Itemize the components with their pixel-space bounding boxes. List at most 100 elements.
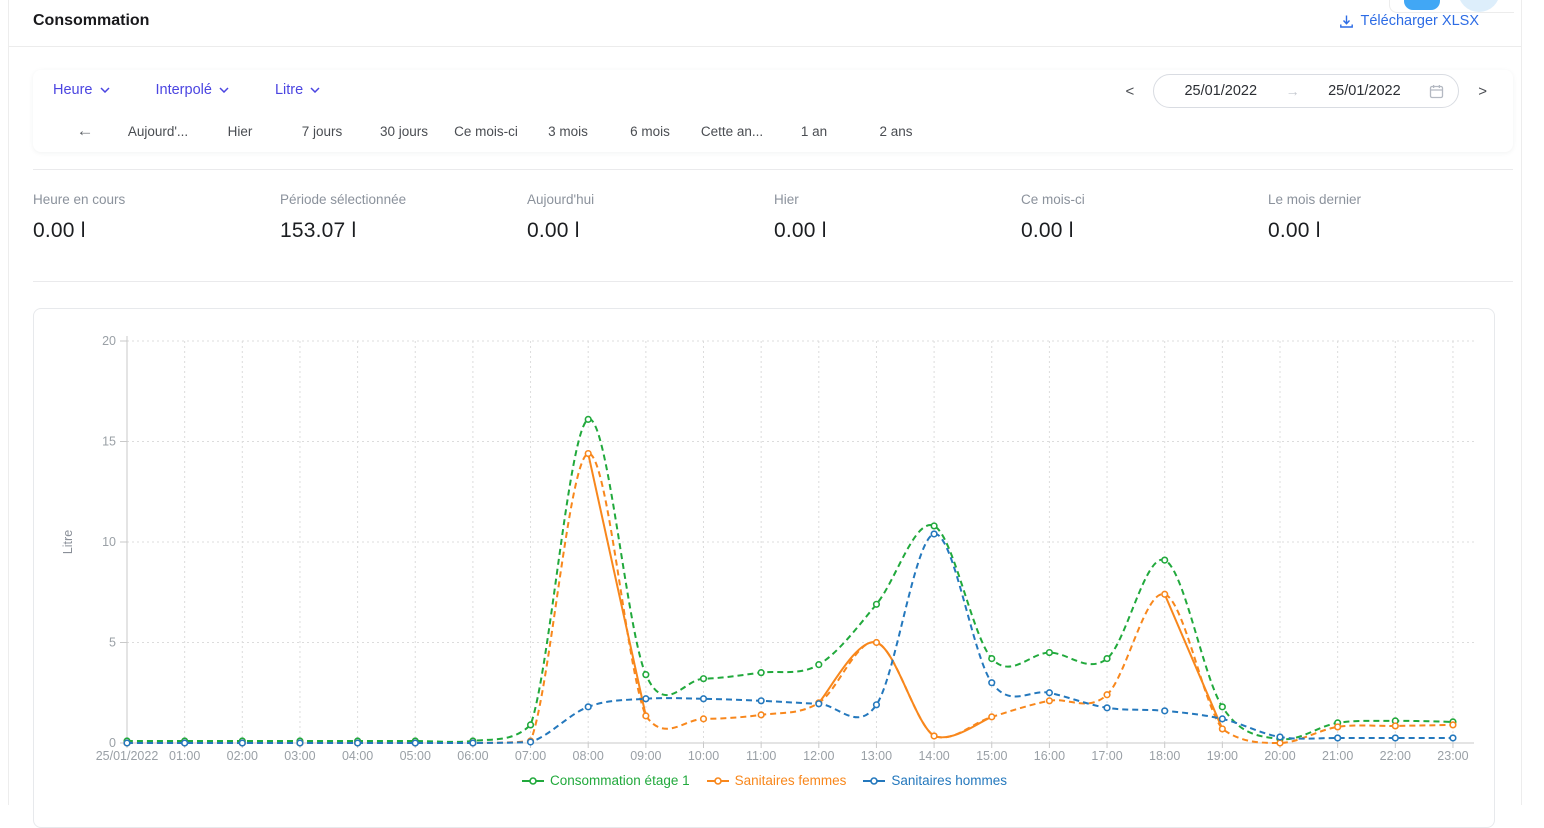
svg-text:07:00: 07:00 <box>515 749 546 763</box>
chevron-down-icon <box>219 87 229 93</box>
svg-text:16:00: 16:00 <box>1034 749 1065 763</box>
tab-7-jours[interactable]: 7 jours <box>281 124 363 139</box>
dropdown-interpolation[interactable]: Interpolé <box>156 82 229 98</box>
tab-cette-annee[interactable]: Cette an... <box>691 124 773 139</box>
tab-aujourdhui[interactable]: Aujourd'... <box>117 124 199 139</box>
svg-text:10: 10 <box>102 535 116 549</box>
consumption-chart[interactable]: 25/01/2022 01:00 02:00 03:00 04:00 05:00 06:00… <box>34 309 1494 769</box>
next-period-button[interactable]: > <box>1474 81 1491 102</box>
main-panel: Consommation Télécharger XLSX Heure Inte… <box>8 0 1522 805</box>
svg-text:06:00: 06:00 <box>457 749 488 763</box>
svg-text:18:00: 18:00 <box>1149 749 1180 763</box>
svg-text:15: 15 <box>102 435 116 449</box>
svg-text:15:00: 15:00 <box>976 749 1007 763</box>
overlay-avatar <box>1458 0 1500 12</box>
svg-text:20:00: 20:00 <box>1264 749 1295 763</box>
date-range-control: < 25/01/2022 → 25/01/2022 > <box>1121 73 1491 109</box>
legend-marker-icon <box>521 776 545 786</box>
svg-text:23:00: 23:00 <box>1437 749 1468 763</box>
period-tabs-row: ← Aujourd'... Hier 7 jours 30 jours Ce m… <box>33 110 1513 152</box>
legend-marker-icon <box>706 776 730 786</box>
svg-text:Litre: Litre <box>61 530 75 554</box>
period-tabs: Aujourd'... Hier 7 jours 30 jours Ce moi… <box>117 124 937 139</box>
tab-1-an[interactable]: 1 an <box>773 124 855 139</box>
svg-text:04:00: 04:00 <box>342 749 373 763</box>
page-title: Consommation <box>33 12 149 30</box>
legend-item-sanitaires-femmes[interactable]: Sanitaires femmes <box>706 773 847 788</box>
overlay-popup-cutoff <box>1389 0 1514 13</box>
date-range-picker[interactable]: 25/01/2022 → 25/01/2022 <box>1153 74 1459 108</box>
chevron-down-icon <box>310 87 320 93</box>
date-end-input[interactable]: 25/01/2022 <box>1312 83 1417 99</box>
svg-text:20: 20 <box>102 334 116 348</box>
divider <box>33 169 1513 170</box>
tab-hier[interactable]: Hier <box>199 124 281 139</box>
calendar-icon <box>1429 84 1444 99</box>
stat-periode-selectionnee: Période sélectionnée 153.07 l <box>280 192 527 243</box>
tab-2-ans[interactable]: 2 ans <box>855 124 937 139</box>
download-xlsx-button[interactable]: Télécharger XLSX <box>1339 13 1479 29</box>
date-start-input[interactable]: 25/01/2022 <box>1168 83 1273 99</box>
svg-text:01:00: 01:00 <box>169 749 200 763</box>
chevron-down-icon <box>100 87 110 93</box>
svg-text:03:00: 03:00 <box>284 749 315 763</box>
dropdown-granularity[interactable]: Heure <box>53 82 110 98</box>
page-header: Consommation Télécharger XLSX <box>9 0 1521 47</box>
svg-text:21:00: 21:00 <box>1322 749 1353 763</box>
tab-30-jours[interactable]: 30 jours <box>363 124 445 139</box>
legend-label: Sanitaires femmes <box>735 773 847 788</box>
svg-text:17:00: 17:00 <box>1091 749 1122 763</box>
svg-text:25/01/2022: 25/01/2022 <box>96 749 159 763</box>
stat-label: Ce mois-ci <box>1021 192 1268 207</box>
chart-legend: Consommation étage 1 Sanitaires femmes S… <box>34 773 1494 788</box>
stat-value: 0.00 l <box>527 219 774 243</box>
divider <box>33 281 1513 282</box>
stat-label: Aujourd'hui <box>527 192 774 207</box>
overlay-pill-button[interactable] <box>1404 0 1440 10</box>
stat-label: Période sélectionnée <box>280 192 527 207</box>
legend-marker-icon <box>862 776 886 786</box>
svg-text:19:00: 19:00 <box>1207 749 1238 763</box>
tab-ce-mois-ci[interactable]: Ce mois-ci <box>445 124 527 139</box>
dropdown-unit-label: Litre <box>275 82 303 98</box>
stat-hier: Hier 0.00 l <box>774 192 1021 243</box>
stat-value: 0.00 l <box>774 219 1021 243</box>
stat-label: Le mois dernier <box>1268 192 1515 207</box>
svg-text:22:00: 22:00 <box>1380 749 1411 763</box>
legend-label: Consommation étage 1 <box>550 773 690 788</box>
stat-label: Heure en cours <box>33 192 280 207</box>
tab-3-mois[interactable]: 3 mois <box>527 124 609 139</box>
svg-text:11:00: 11:00 <box>746 749 776 763</box>
svg-text:08:00: 08:00 <box>573 749 604 763</box>
stat-value: 0.00 l <box>1021 219 1268 243</box>
stat-label: Hier <box>774 192 1021 207</box>
tabs-scroll-left-icon[interactable]: ← <box>73 121 97 141</box>
stats-row: Heure en cours 0.00 l Période sélectionn… <box>33 192 1515 243</box>
stat-value: 153.07 l <box>280 219 527 243</box>
dropdown-interpolation-label: Interpolé <box>156 82 212 98</box>
svg-text:0: 0 <box>109 736 116 750</box>
stat-value: 0.00 l <box>1268 219 1515 243</box>
svg-text:05:00: 05:00 <box>400 749 431 763</box>
stat-le-mois-dernier: Le mois dernier 0.00 l <box>1268 192 1515 243</box>
dropdown-granularity-label: Heure <box>53 82 93 98</box>
tab-6-mois[interactable]: 6 mois <box>609 124 691 139</box>
dropdown-unit[interactable]: Litre <box>275 82 320 98</box>
svg-text:10:00: 10:00 <box>688 749 719 763</box>
download-icon <box>1339 14 1354 29</box>
stat-heure-en-cours: Heure en cours 0.00 l <box>33 192 280 243</box>
filter-row: Heure Interpolé Litre < 25/01/2022 → 25/… <box>33 70 1513 110</box>
stat-ce-mois-ci: Ce mois-ci 0.00 l <box>1021 192 1268 243</box>
chart-card: 25/01/2022 01:00 02:00 03:00 04:00 05:00 06:00… <box>33 308 1495 828</box>
svg-text:14:00: 14:00 <box>918 749 949 763</box>
download-label: Télécharger XLSX <box>1361 13 1479 29</box>
svg-text:12:00: 12:00 <box>803 749 834 763</box>
prev-period-button[interactable]: < <box>1121 81 1138 102</box>
legend-item-sanitaires-hommes[interactable]: Sanitaires hommes <box>862 773 1007 788</box>
svg-text:5: 5 <box>109 636 116 650</box>
svg-text:02:00: 02:00 <box>227 749 258 763</box>
legend-item-consommation-etage-1[interactable]: Consommation étage 1 <box>521 773 690 788</box>
filter-card: Heure Interpolé Litre < 25/01/2022 → 25/… <box>33 70 1513 152</box>
stat-value: 0.00 l <box>33 219 280 243</box>
stat-aujourdhui: Aujourd'hui 0.00 l <box>527 192 774 243</box>
